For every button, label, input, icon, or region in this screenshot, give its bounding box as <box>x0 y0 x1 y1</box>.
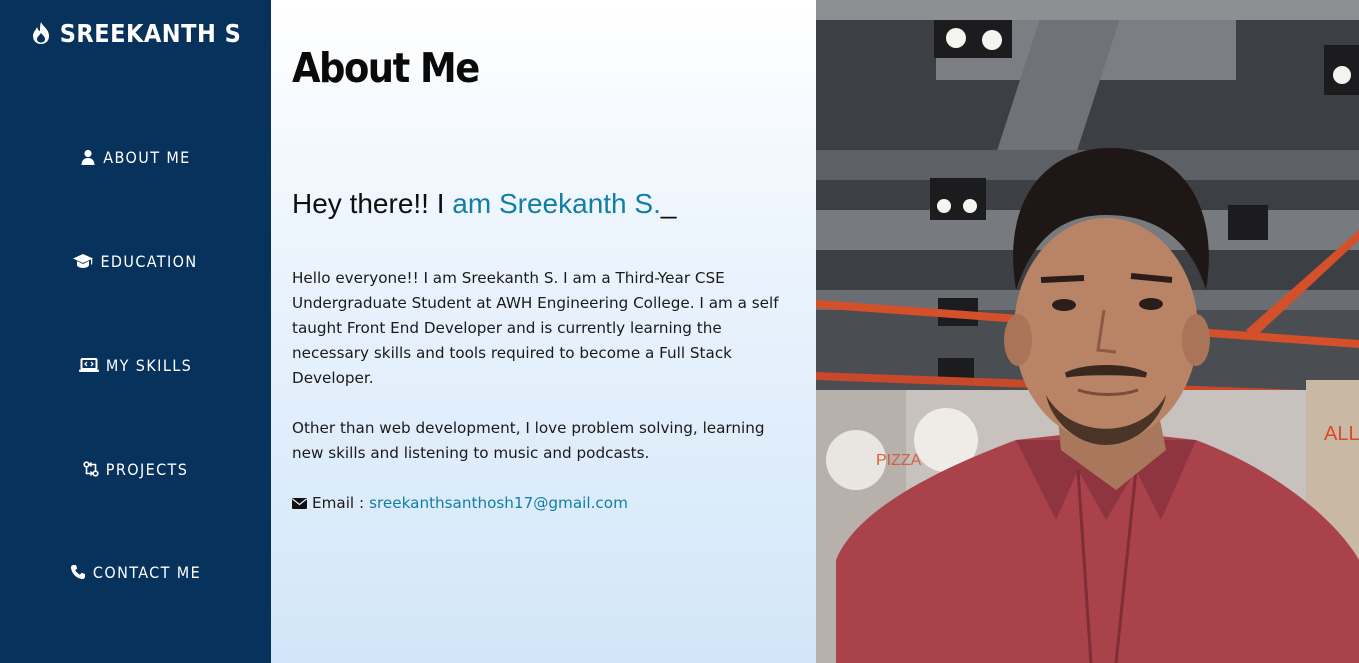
project-icon <box>83 461 99 477</box>
nav-label: MY SKILLS <box>105 355 193 375</box>
wall-text: ALL YOU NEED <box>1324 423 1359 445</box>
nav-my-skills[interactable]: MY SKILLS <box>0 352 271 378</box>
greeting-name: am Sreekanth S. <box>452 188 661 219</box>
about-section: About Me Hey there!! I am Sreekanth S._ … <box>271 0 816 663</box>
greeting-heading: Hey there!! I am Sreekanth S._ <box>292 188 676 220</box>
nav-contact-me[interactable]: CONTACT ME <box>0 559 271 585</box>
nav-about-me[interactable]: ABOUT ME <box>0 144 271 170</box>
email-link[interactable]: sreekanthsanthosh17@gmail.com <box>369 491 628 516</box>
page-title: About Me <box>292 44 480 92</box>
nav-label: EDUCATION <box>100 251 198 271</box>
bio-paragraph: Hello everyone!! I am Sreekanth S. I am … <box>292 269 779 387</box>
phone-icon <box>70 565 85 579</box>
nav-education[interactable]: EDUCATION <box>0 248 271 274</box>
profile-photo-image: ALL YOU NEED PIZZA <box>816 0 1359 663</box>
nav-projects[interactable]: PROJECTS <box>0 456 271 482</box>
nav-label: ABOUT ME <box>103 147 191 167</box>
bio-paragraph: Other than web development, I love probl… <box>292 419 765 462</box>
laptop-code-icon <box>78 358 99 372</box>
profile-photo: ALL YOU NEED PIZZA <box>816 0 1359 663</box>
bio-text: Hello everyone!! I am Sreekanth S. I am … <box>292 266 792 466</box>
envelope-icon <box>292 498 307 509</box>
email-label: Email : <box>312 494 365 512</box>
graduation-cap-icon <box>73 254 94 268</box>
email-row: Email : sreekanthsanthosh17@gmail.com <box>292 491 628 516</box>
typing-cursor: _ <box>660 188 677 219</box>
brand-logo[interactable]: SREEKANTH S <box>0 17 271 49</box>
brand-name: SREEKANTH S <box>59 18 242 48</box>
greeting-prefix: Hey there!! I <box>292 188 453 219</box>
nav-label: CONTACT ME <box>92 562 202 582</box>
nav-label: PROJECTS <box>105 459 189 479</box>
pizza-sign-text: PIZZA <box>876 452 922 469</box>
user-icon <box>81 149 95 165</box>
sidebar: SREEKANTH S ABOUT ME EDUCATION MY SKILLS <box>0 0 271 663</box>
fire-icon <box>32 22 49 44</box>
